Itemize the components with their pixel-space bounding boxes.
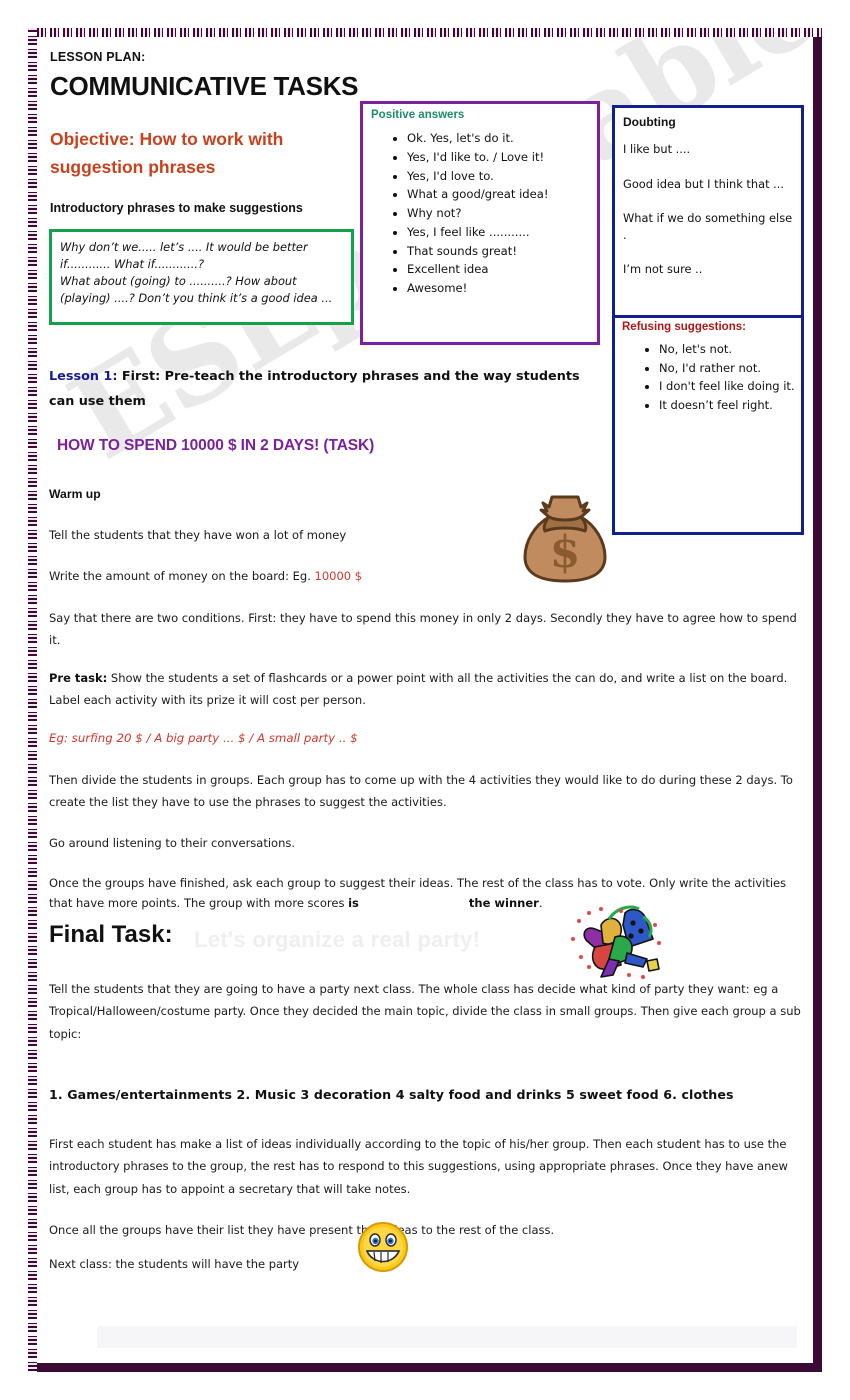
list-item: Awesome! [407, 279, 591, 298]
list-item: No, I'd rather not. [659, 359, 795, 378]
paragraph-pre-task: Pre task: Show the students a set of fla… [49, 667, 801, 712]
paragraph-student-lists: First each student has make a list of id… [49, 1137, 788, 1196]
paragraph-vote-winner: Once the groups have finished, ask each … [49, 873, 801, 913]
paragraph-two-conditions: Say that there are two conditions. First… [49, 611, 797, 648]
paragraph-present-ideas: Once all the groups have their list they… [49, 1223, 555, 1237]
positive-answers-list: Ok. Yes, let's do it. Yes, I'd like to. … [369, 129, 591, 298]
list-item: I’m not sure .. [623, 262, 703, 277]
paragraph-go-around: Go around listening to their conversatio… [49, 836, 296, 850]
introductory-phrases-heading: Introductory phrases to make suggestions [50, 201, 303, 215]
list-item: Good idea but I think that ... [623, 176, 785, 191]
page-title: COMMUNICATIVE TASKS [50, 71, 359, 101]
doubting-title: Doubting [623, 115, 676, 129]
the-winner-bold: the winner [468, 896, 539, 911]
positive-answers-title: Positive answers [371, 109, 465, 121]
list-item: It doesn’t feel right. [659, 396, 795, 415]
doubting-refusing-box: Doubting I like but .... Good idea but I… [612, 105, 804, 535]
list-item: No, let's not. [659, 340, 795, 359]
footer-bar [97, 1326, 797, 1348]
paragraph-price-example: Eg: surfing 20 $ / A big party ... $ / A… [49, 731, 358, 745]
paragraph-next-class: Next class: the students will have the p… [49, 1257, 300, 1271]
paragraph-divide-groups: Then divide the students in groups. Each… [49, 773, 793, 810]
list-item: I like but .... [623, 142, 691, 156]
paragraph-write-amount: Write the amount of money on the board: … [49, 565, 801, 587]
list-item: Excellent idea [407, 260, 591, 279]
list-item: Ok. Yes, let's do it. [407, 129, 591, 148]
party-celebration-icon [571, 905, 661, 979]
intro-phrase-line: Why don’t we..... let’s .... It would be… [60, 240, 308, 272]
introductory-phrases-box: Why don’t we..... let’s .... It would be… [49, 229, 354, 325]
positive-answers-box: Positive answers Ok. Yes, let's do it. Y… [360, 101, 600, 345]
worksheet-page: ESLprintables.com LESSON PLAN: COMMUNICA… [0, 0, 850, 1400]
is-bold: is [348, 896, 359, 911]
list-item: Yes, I feel like ........... [407, 223, 591, 242]
subtopics-list: 1. Games/entertainments 2. Music 3 decor… [49, 1087, 734, 1102]
amount-highlight: 10000 $ [314, 569, 363, 583]
final-task-subtitle: Let's organize a real party! [194, 927, 481, 952]
list-item: I don't feel like doing it. [659, 377, 795, 396]
list-item: Yes, I'd like to. / Love it! [407, 148, 591, 167]
paragraph-party-next-class: Tell the students that they are going to… [49, 982, 801, 1041]
objective-heading: Objective: How to work with suggestion p… [50, 129, 284, 178]
paragraph-tell-students: Tell the students that they have won a l… [49, 528, 347, 542]
intro-phrase-line: What about (going) to ..........? How ab… [60, 274, 333, 306]
pre-task-label: Pre task: [49, 671, 108, 685]
list-item: What if we do something else . [623, 211, 793, 242]
worksheet-content: ESLprintables.com LESSON PLAN: COMMUNICA… [37, 37, 813, 1363]
period: . [538, 896, 543, 911]
lesson-1-tag: Lesson 1: [49, 369, 118, 384]
list-item: That sounds great! [407, 242, 591, 261]
doubting-list: I like but .... Good idea but I think th… [615, 129, 801, 278]
warm-up-heading: Warm up [49, 487, 101, 501]
refusing-suggestions-title: Refusing suggestions: [622, 321, 746, 333]
lesson-1-line: Lesson 1: First: Pre-teach the introduct… [49, 365, 609, 415]
task-title: HOW TO SPEND 10000 $ IN 2 DAYS! (TASK) [57, 437, 375, 454]
paragraph-text: Write the amount of money on the board: … [49, 569, 315, 583]
box-divider [615, 315, 801, 318]
list-item: What a good/great idea! [407, 185, 591, 204]
pre-task-text: Show the students a set of flashcards or… [49, 671, 788, 708]
lesson-1-text: First: Pre-teach the introductory phrase… [49, 369, 580, 409]
refusing-suggestions-list: No, let's not. No, I'd rather not. I don… [615, 340, 795, 415]
final-task-heading: Final Task: [49, 921, 173, 948]
lesson-plan-label: LESSON PLAN: [50, 50, 146, 64]
list-item: Why not? [407, 204, 591, 223]
list-item: Yes, I'd love to. [407, 167, 591, 186]
